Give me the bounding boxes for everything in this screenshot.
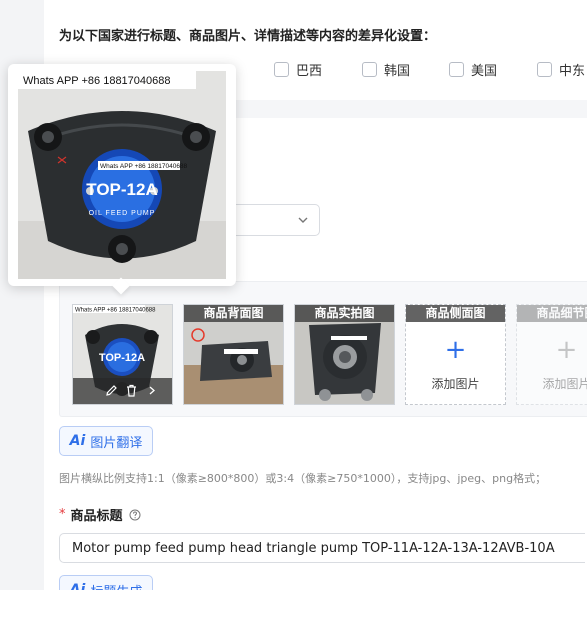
country-checkbox-korea[interactable]: 韩国 <box>362 60 410 79</box>
pump-preview-image: TOP-12A OIL FEED PUMP Whats APP +86 1881… <box>18 71 226 279</box>
image-slot-back[interactable]: 商品背面图 <box>183 304 284 405</box>
checkbox-icon[interactable] <box>362 62 377 77</box>
image-slot-detail[interactable]: 商品细节图 + 添加图片 <box>516 304 587 405</box>
country-label: 韩国 <box>384 64 411 79</box>
image-translate-button[interactable]: Ai 图片翻译 <box>59 426 153 456</box>
ai-icon: Ai <box>69 433 86 449</box>
slot-caption: 商品细节图 <box>517 305 587 322</box>
chevron-down-icon <box>298 217 308 223</box>
slot-caption: 商品实拍图 <box>295 305 394 322</box>
bottom-bar <box>0 590 587 617</box>
edit-icon[interactable] <box>105 384 118 397</box>
chevron-right-icon[interactable] <box>147 385 157 396</box>
plus-icon[interactable]: + <box>517 335 587 365</box>
slot-caption: 商品背面图 <box>184 305 283 322</box>
product-title-input[interactable]: Motor pump feed pump head triangle pump … <box>59 533 585 563</box>
country-settings-heading: 为以下国家进行标题、商品图片、详情描述等内容的差异化设置： <box>59 29 437 44</box>
delete-icon[interactable] <box>125 384 138 397</box>
plus-icon[interactable]: + <box>406 335 505 365</box>
country-label: 巴西 <box>296 64 323 79</box>
country-label: 美国 <box>471 64 498 79</box>
preview-watermark: Whats APP +86 18817040688 <box>23 75 171 87</box>
preview-image: TOP-12A OIL FEED PUMP Whats APP +86 1881… <box>18 71 226 279</box>
image-format-hint: 图片横纵比例支持1:1（像素≥800*800）或3:4（像素≥750*1000）… <box>59 472 547 485</box>
country-label: 中东 <box>559 64 586 79</box>
image-toolbar <box>73 378 172 404</box>
help-icon[interactable] <box>129 509 141 521</box>
country-checkbox-brazil[interactable]: 巴西 <box>274 60 322 79</box>
country-checkbox-usa[interactable]: 美国 <box>449 60 497 79</box>
image-slot-side[interactable]: 商品侧面图 + 添加图片 <box>405 304 506 405</box>
slot-caption: 商品侧面图 <box>406 305 505 322</box>
image-translate-label: 图片翻译 <box>90 435 143 451</box>
image-slot-main[interactable]: TOP-12A Whats APP +86 18817040688 <box>72 304 173 405</box>
add-image-label: 添加图片 <box>542 377 587 391</box>
checkbox-icon[interactable] <box>449 62 464 77</box>
preview-ring-text: OIL FEED PUMP <box>89 210 156 217</box>
preview-center-watermark: Whats APP +86 18817040688 <box>100 163 188 170</box>
thumb-watermark-text: Whats APP +86 18817040688 <box>75 308 156 314</box>
product-title-label: * 商品标题 <box>59 505 141 524</box>
image-slot-real[interactable]: 商品实拍图 <box>294 304 395 405</box>
thumb-model-text: TOP-12A <box>99 352 145 364</box>
checkbox-icon[interactable] <box>537 62 552 77</box>
add-image-label: 添加图片 <box>431 377 480 391</box>
required-mark: * <box>59 507 66 522</box>
checkbox-icon[interactable] <box>274 62 289 77</box>
preview-model-text: TOP-12A <box>86 180 158 199</box>
image-preview-popover: TOP-12A OIL FEED PUMP Whats APP +86 1881… <box>8 64 236 295</box>
country-checkbox-middle-east[interactable]: 中东 <box>537 60 585 79</box>
product-title-text: 商品标题 <box>70 509 123 524</box>
